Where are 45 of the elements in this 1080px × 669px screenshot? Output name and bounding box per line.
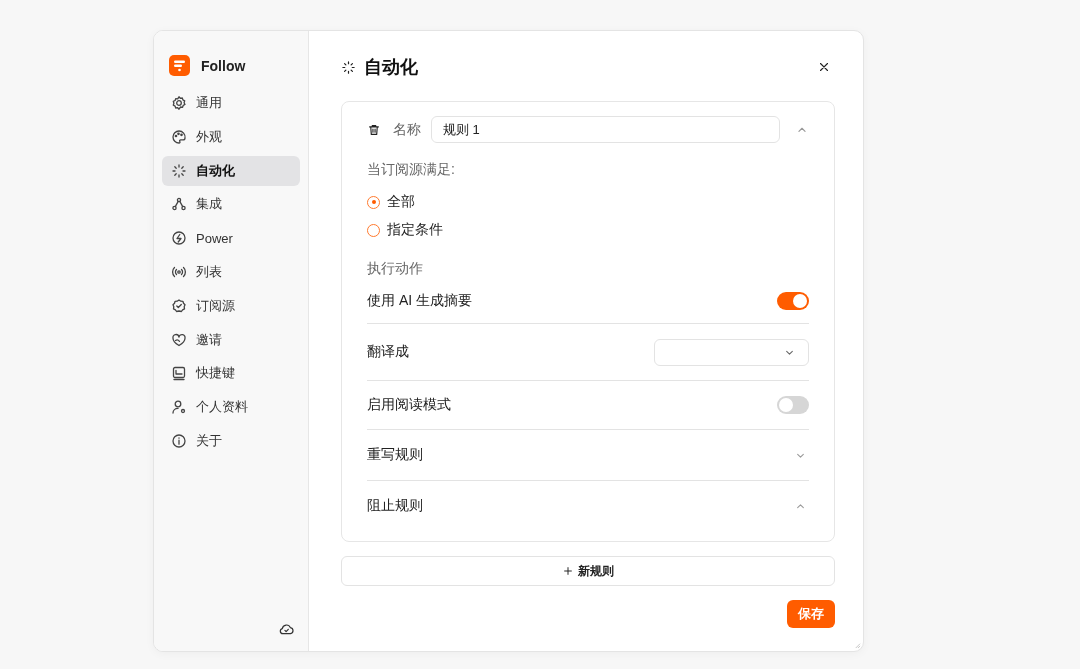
action-label: 翻译成: [367, 343, 409, 361]
language-dropdown[interactable]: [654, 338, 809, 366]
broadcast-icon: [171, 264, 187, 280]
toggle-switch[interactable]: [777, 396, 809, 414]
sidebar-item[interactable]: 外观: [162, 121, 300, 152]
sidebar-item[interactable]: Power: [162, 223, 300, 254]
name-label: 名称: [393, 120, 421, 139]
radio-label[interactable]: 指定条件: [387, 221, 443, 239]
page-title: 自动化: [364, 56, 419, 79]
keyboard-icon: [171, 365, 187, 382]
heart-icon: [171, 331, 187, 348]
sidebar-item[interactable]: 订阅源: [162, 290, 300, 321]
user-icon: [171, 399, 187, 416]
action-label: 使用 AI 生成摘要: [367, 291, 472, 310]
app-name: Follow: [201, 57, 246, 74]
action-label: 重写规则: [367, 446, 423, 464]
badge-icon: [171, 297, 187, 314]
sidebar-item[interactable]: 快捷键: [162, 358, 300, 389]
sidebar-item[interactable]: 个人资料: [162, 392, 300, 423]
sidebar-item[interactable]: 集成: [162, 189, 300, 220]
actions-label: 执行动作: [367, 260, 424, 278]
sidebar-item[interactable]: 关于: [162, 425, 300, 456]
info-icon: [171, 432, 187, 449]
cloud-check-icon: [279, 622, 294, 637]
sidebar-item[interactable]: 列表: [162, 257, 300, 287]
sidebar-item[interactable]: 自动化: [162, 155, 300, 186]
sparkle-icon: [171, 162, 187, 179]
action-label: 阻止规则: [367, 497, 423, 515]
action-label: 启用阅读模式: [367, 396, 451, 414]
app-logo-icon: [169, 55, 190, 76]
new-rule-button[interactable]: 新规则: [341, 556, 835, 586]
bolt-icon: [171, 230, 187, 247]
nodes-icon: [171, 196, 187, 213]
close-icon: [817, 60, 831, 74]
sidebar-item[interactable]: 邀请: [162, 324, 300, 355]
sidebar-item[interactable]: 通用: [162, 88, 300, 118]
sparkle-icon: [341, 59, 356, 75]
trash-icon: [367, 122, 381, 137]
palette-icon: [171, 128, 187, 145]
toggle-switch[interactable]: [777, 291, 809, 310]
radio-label[interactable]: 全部: [387, 193, 415, 211]
plus-icon: [562, 565, 574, 577]
condition-label: 当订阅源满足:: [367, 161, 456, 179]
settings-icon: [171, 95, 187, 111]
rule-name-field[interactable]: 规则 1: [431, 116, 780, 143]
